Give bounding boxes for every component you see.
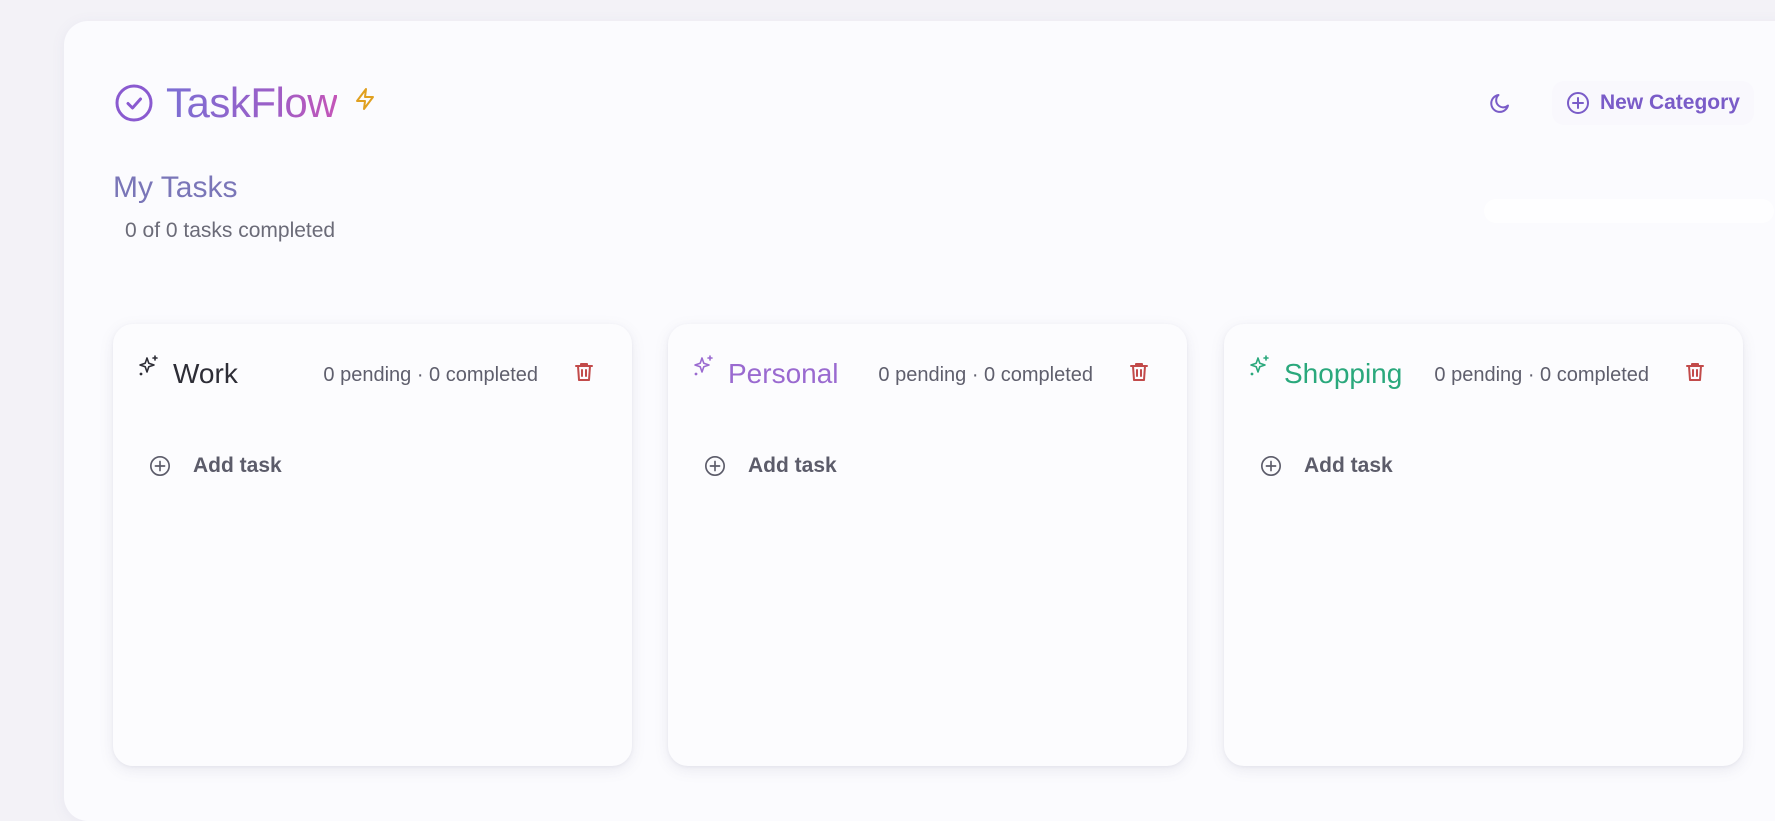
tasks-completed-summary: 0 of 0 tasks completed: [125, 219, 336, 242]
trash-icon[interactable]: [1127, 360, 1151, 384]
trash-icon[interactable]: [1683, 360, 1707, 384]
add-task-label: Add task: [1304, 454, 1393, 477]
moon-icon: [1490, 94, 1509, 113]
category-title: Personal: [728, 358, 839, 389]
category-card-work: Work 0 pending · 0 completed Add task: [113, 324, 632, 766]
category-stats: 0 pending · 0 completed: [1434, 364, 1649, 386]
sparkles-icon: [694, 355, 713, 376]
bolt-icon: [356, 88, 375, 110]
trash-icon[interactable]: [572, 360, 596, 384]
add-task-button[interactable]: Add task: [149, 454, 282, 478]
category-title: Work: [173, 358, 238, 389]
sparkles-icon: [1250, 355, 1269, 376]
new-category-label: New Category: [1599, 91, 1740, 114]
add-task-label: Add task: [748, 454, 837, 477]
category-stats: 0 pending · 0 completed: [323, 364, 538, 386]
check-circle-icon: [115, 84, 153, 122]
category-title: Shopping: [1284, 358, 1403, 389]
add-task-button[interactable]: Add task: [704, 454, 837, 478]
card-header: Shopping 0 pending · 0 completed: [1248, 354, 1707, 394]
plus-circle-icon: [1261, 456, 1281, 476]
category-card-personal: Personal 0 pending · 0 completed Add tas…: [668, 324, 1187, 766]
new-category-button[interactable]: New Category: [1551, 81, 1754, 125]
card-header: Personal 0 pending · 0 completed: [692, 354, 1151, 394]
header-actions: New Category: [1478, 81, 1754, 125]
progress-bar: [1484, 199, 1774, 223]
sparkles-icon: [139, 355, 158, 376]
add-task-button[interactable]: Add task: [1260, 454, 1393, 478]
card-header: Work 0 pending · 0 completed: [137, 354, 596, 394]
category-stats: 0 pending · 0 completed: [878, 364, 1093, 386]
plus-circle-icon: [150, 456, 170, 476]
app-window: TaskFlow New Category My Tasks 0 of 0 ta…: [64, 21, 1775, 821]
plus-circle-icon: [1566, 92, 1589, 114]
app-header: TaskFlow: [114, 79, 377, 127]
app-title: TaskFlow: [166, 79, 338, 126]
plus-circle-icon: [705, 456, 725, 476]
theme-toggle-button[interactable]: [1478, 81, 1522, 125]
category-card-shopping: Shopping 0 pending · 0 completed Add tas…: [1224, 324, 1743, 766]
page-title: My Tasks: [113, 171, 238, 204]
add-task-label: Add task: [193, 454, 282, 477]
